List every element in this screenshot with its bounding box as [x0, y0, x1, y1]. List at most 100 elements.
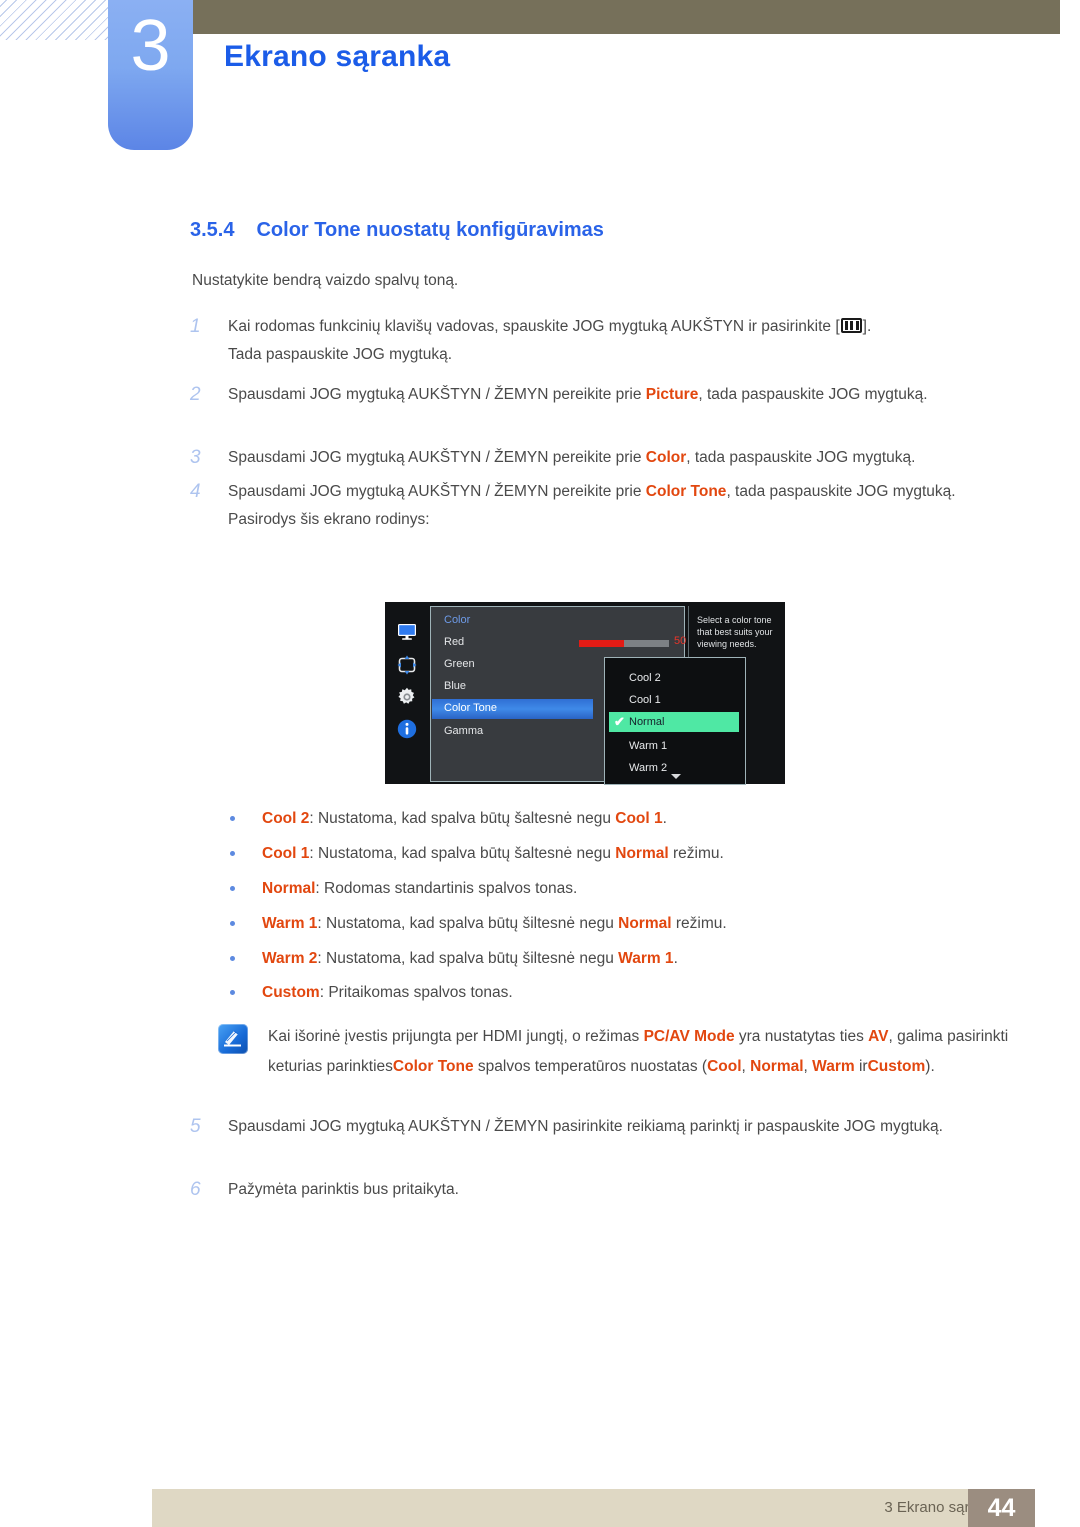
bullet-dot-icon: [230, 990, 235, 995]
osd-dropdown-list: ✔ Cool 2 Cool 1 Normal Warm 1 Warm 2: [604, 657, 746, 785]
note-h3: Color Tone: [392, 1058, 474, 1075]
step-1-text-before: Kai rodomas funkcinių klavišų vadovas, s…: [228, 318, 840, 335]
step-5-marker: 5: [190, 1116, 201, 1137]
step-1: 1 Kai rodomas funkcinių klavišų vadovas,…: [190, 313, 1020, 369]
bullet-mid: : Nustatoma, kad spalva būtų šiltesnė ne…: [317, 915, 619, 932]
section-title: Color Tone nuostatų konfigūravimas: [256, 219, 604, 241]
chapter-number: 3: [130, 6, 171, 86]
step-4: 4 Spausdami JOG mygtuką AUKŠTYN / ŽEMYN …: [190, 478, 1020, 534]
bullet-mid: : Nustatoma, kad spalva būtų šiltesnė ne…: [317, 950, 619, 967]
osd-red-slider-value: 50: [674, 635, 687, 647]
step-3-marker: 3: [190, 447, 201, 468]
note-h7: Custom: [867, 1058, 926, 1075]
step-3: 3 Spausdami JOG mygtuką AUKŠTYN / ŽEMYN …: [190, 444, 1020, 472]
step-5-body: Spausdami JOG mygtuką AUKŠTYN / ŽEMYN pa…: [228, 1118, 943, 1135]
step-3-part1: Spausdami JOG mygtuką AUKŠTYN / ŽEMYN pe…: [228, 449, 646, 466]
list-item: Custom: Pritaikomas spalvos tonas.: [230, 982, 1020, 1004]
bullet-dot-icon: [230, 886, 235, 891]
osd-menu-item-blue[interactable]: Blue: [444, 680, 466, 692]
step-5: 5 Spausdami JOG mygtuką AUKŠTYN / ŽEMYN …: [190, 1113, 1020, 1141]
info-icon[interactable]: [396, 718, 418, 740]
step-6-marker: 6: [190, 1179, 201, 1200]
bullet-end: .: [662, 810, 667, 827]
chapter-title: Ekrano sąranka: [224, 40, 451, 73]
note-p5: ,: [741, 1058, 751, 1075]
bullet-text: Custom: Pritaikomas spalvos tonas.: [262, 982, 1020, 1004]
list-item: Cool 2: Nustatoma, kad spalva būtų šalte…: [230, 808, 1020, 830]
osd-dropdown-option-warm1[interactable]: Warm 1: [629, 740, 667, 752]
chevron-down-icon[interactable]: [671, 774, 681, 779]
section-heading: 3.5.4 Color Tone nuostatų konfigūravimas: [190, 219, 604, 242]
bullet-dot-icon: [230, 851, 235, 856]
step-2-highlight: Picture: [645, 386, 699, 403]
bullet-term2: Normal: [615, 845, 669, 862]
step-4-part1: Spausdami JOG mygtuką AUKŠTYN / ŽEMYN pe…: [228, 483, 646, 500]
step-4-marker: 4: [190, 481, 201, 502]
bullet-term: Warm 2: [262, 950, 318, 967]
four-way-arrows-icon[interactable]: [396, 654, 418, 676]
step-1-line2: Tada paspauskite JOG mygtuką.: [228, 346, 453, 363]
step-2-body: Spausdami JOG mygtuką AUKŠTYN / ŽEMYN pe…: [228, 381, 1020, 409]
bullet-text: Warm 2: Nustatoma, kad spalva būtų šilte…: [262, 948, 1020, 970]
note-p2: yra nustatytas ties: [734, 1028, 869, 1045]
osd-red-slider[interactable]: [579, 640, 669, 647]
osd-menu-item-color-tone[interactable]: Color Tone: [444, 702, 497, 714]
page-number: 44: [987, 1494, 1016, 1522]
note-pen-icon: [218, 1024, 248, 1054]
osd-dropdown-option-warm2[interactable]: Warm 2: [629, 762, 667, 774]
bullet-term: Custom: [262, 984, 320, 1001]
bullet-mid: : Rodomas standartinis spalvos tonas.: [315, 880, 578, 897]
bullet-text: Cool 2: Nustatoma, kad spalva būtų šalte…: [262, 808, 1020, 830]
monitor-icon[interactable]: [396, 621, 418, 643]
bullet-text: Warm 1: Nustatoma, kad spalva būtų šilte…: [262, 913, 1020, 935]
bullet-term: Normal: [262, 880, 316, 897]
note-p8: ).: [925, 1058, 935, 1075]
osd-dropdown-option-cool2[interactable]: Cool 2: [629, 672, 661, 684]
chapter-tab: 3: [108, 0, 193, 150]
bullet-mid: : Pritaikomas spalvos tonas.: [319, 984, 513, 1001]
step-4-follow: Pasirodys šis ekrano rodinys:: [228, 511, 430, 528]
note-h6: Warm: [812, 1058, 855, 1075]
note-text: Kai išorinė įvestis prijungta per HDMI j…: [268, 1022, 1018, 1082]
osd-menu-item-red[interactable]: Red: [444, 636, 464, 648]
step-2-part2: , tada paspauskite JOG mygtuką.: [698, 386, 928, 403]
note-h2: AV: [868, 1028, 889, 1045]
list-item: Warm 1: Nustatoma, kad spalva būtų šilte…: [230, 913, 1020, 935]
step-4-part2: , tada paspauskite JOG mygtuką.: [726, 483, 956, 500]
note-p1: Kai išorinė įvestis prijungta per HDMI j…: [268, 1028, 644, 1045]
list-item: Warm 2: Nustatoma, kad spalva būtų šilte…: [230, 948, 1020, 970]
bullet-term: Cool 2: [262, 810, 310, 827]
step-2-part1: Spausdami JOG mygtuką AUKŠTYN / ŽEMYN pe…: [228, 386, 646, 403]
note-p4: spalvos temperatūros nuostatas (: [473, 1058, 708, 1075]
step-3-highlight: Color: [645, 449, 687, 466]
section-number: 3.5.4: [190, 219, 235, 241]
bullet-end: režimu.: [671, 915, 727, 932]
step-6: 6 Pažymėta parinktis bus pritaikyta.: [190, 1176, 1020, 1204]
bullet-dot-icon: [230, 816, 235, 821]
bullet-end: režimu.: [668, 845, 724, 862]
bullet-term2: Cool 1: [615, 810, 663, 827]
list-item: Cool 1: Nustatoma, kad spalva būtų šalte…: [230, 843, 1020, 865]
bullet-dot-icon: [230, 956, 235, 961]
bullet-end: .: [673, 950, 678, 967]
header-top-bar: [193, 0, 1060, 34]
note-block: Kai išorinė įvestis prijungta per HDMI j…: [218, 1022, 1018, 1082]
osd-screenshot: Color Red Green Blue Color Tone Gamma 50…: [385, 602, 785, 785]
osd-menu-panel: Color Red Green Blue Color Tone Gamma 50…: [430, 606, 746, 785]
note-p7: ir: [854, 1058, 868, 1075]
footer-page-box: 44: [968, 1489, 1035, 1527]
step-4-body: Spausdami JOG mygtuką AUKŠTYN / ŽEMYN pe…: [228, 478, 1020, 534]
step-1-marker: 1: [190, 316, 201, 337]
bullet-dot-icon: [230, 921, 235, 926]
osd-menu-item-green[interactable]: Green: [444, 658, 475, 670]
osd-dropdown-option-normal[interactable]: Normal: [629, 716, 664, 728]
osd-icon-rail: [385, 602, 429, 784]
osd-dropdown-option-cool1[interactable]: Cool 1: [629, 694, 661, 706]
step-2: 2 Spausdami JOG mygtuką AUKŠTYN / ŽEMYN …: [190, 381, 1020, 409]
note-p6: ,: [803, 1058, 813, 1075]
step-4-highlight: Color Tone: [645, 483, 727, 500]
osd-menu-item-gamma[interactable]: Gamma: [444, 725, 483, 737]
gear-icon[interactable]: [396, 686, 418, 708]
header-hatch-pattern: [0, 0, 110, 40]
osd-help-text: Select a color tone that best suits your…: [697, 615, 773, 649]
